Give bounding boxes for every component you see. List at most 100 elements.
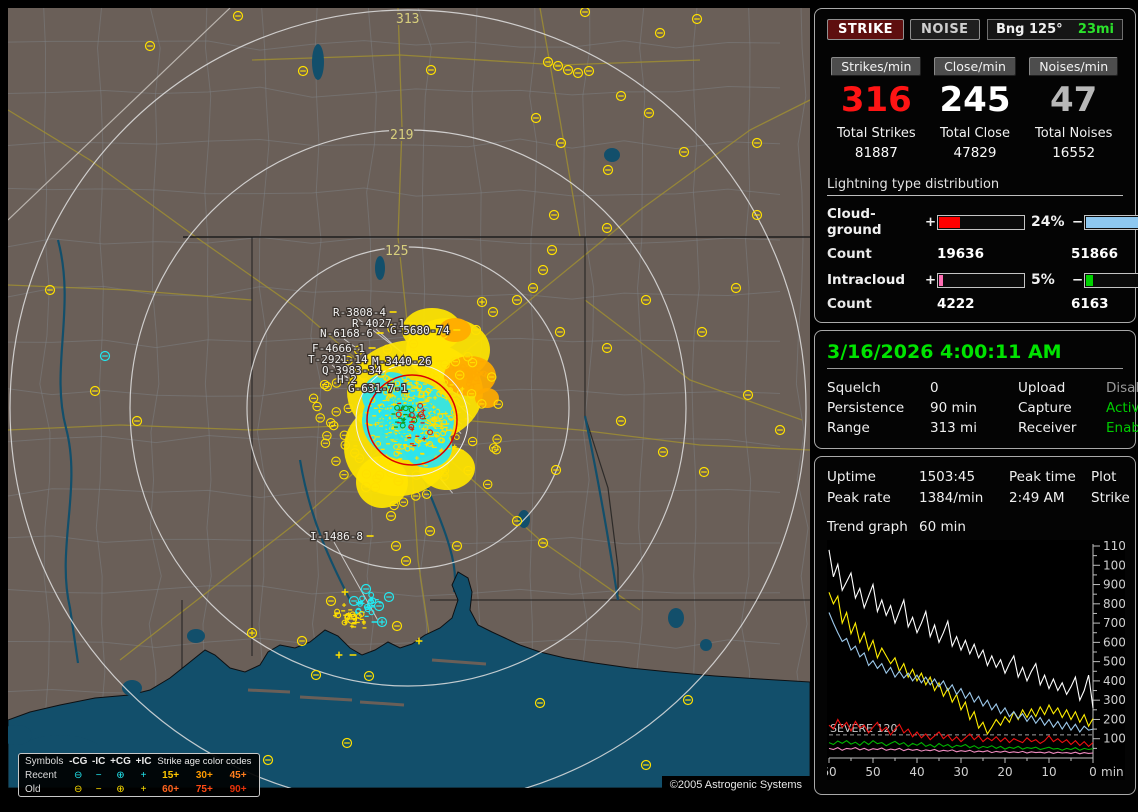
total-close-label: Total Close bbox=[940, 126, 1010, 141]
cg-negative-bar bbox=[1084, 214, 1138, 230]
uptime-label: Uptime bbox=[827, 469, 876, 485]
svg-text:N-6168-6: N-6168-6 bbox=[320, 327, 373, 340]
svg-text:125: 125 bbox=[385, 244, 408, 259]
plus-cg-icon: ⊕ bbox=[116, 770, 125, 781]
peak-time-value: 2:49 AM bbox=[1009, 490, 1065, 506]
legend-col-header: -IC bbox=[92, 756, 106, 767]
ic-negative-count: 6163 bbox=[1071, 296, 1109, 312]
total-strikes-value: 81887 bbox=[854, 145, 898, 161]
mode-toolbar: STRIKE NOISE Bng 125° 23mi bbox=[827, 19, 1123, 40]
svg-text:1000: 1000 bbox=[1103, 558, 1125, 572]
ic-positive-count: 4222 bbox=[937, 296, 975, 312]
svg-text:10: 10 bbox=[1041, 765, 1056, 779]
minus-ic-icon: − bbox=[95, 784, 102, 795]
svg-text:0: 0 bbox=[1089, 765, 1097, 779]
trend-window-value: 60 min bbox=[919, 519, 966, 535]
capture-label: Capture bbox=[1018, 400, 1072, 416]
close-per-min-chip: Close/min bbox=[934, 57, 1016, 76]
stat-close: Close/min 245 Total Close 47829 bbox=[926, 56, 1025, 161]
minus-sign: − bbox=[1071, 214, 1084, 230]
side-panel: STRIKE NOISE Bng 125° 23mi Strikes/min 3… bbox=[814, 8, 1138, 802]
upload-value: Disabled bbox=[1106, 380, 1138, 396]
legend-recent-label: Recent bbox=[25, 770, 57, 781]
svg-text:200: 200 bbox=[1103, 712, 1125, 726]
map-legend: Symbols -CG -IC +CG +IC Strike age color code… bbox=[18, 753, 260, 797]
plus-cg-icon: ⊕ bbox=[116, 784, 125, 795]
strikes-per-min-chip: Strikes/min bbox=[831, 57, 922, 76]
status-panel: 3/16/2026 4:00:11 AM Squelch 0 Upload Di… bbox=[814, 330, 1138, 449]
age-code: 30+ bbox=[195, 770, 213, 781]
minus-sign: − bbox=[1071, 272, 1084, 288]
svg-text:600: 600 bbox=[1103, 635, 1125, 649]
bearing-readout: Bng 125° 23mi bbox=[987, 19, 1123, 40]
trend-graph: 1002003004005006007008009001000110060504… bbox=[821, 539, 1134, 780]
strikes-per-min-value: 316 bbox=[840, 80, 912, 120]
age-code: 90+ bbox=[229, 784, 247, 795]
plus-sign: + bbox=[924, 272, 937, 288]
svg-text:100: 100 bbox=[1103, 732, 1125, 746]
status-row-persistence: Persistence 90 min Capture Active bbox=[827, 398, 1138, 418]
legend-col-header: +IC bbox=[135, 756, 152, 767]
uptime-row: Uptime 1503:45 Peak time Plot bbox=[827, 467, 1123, 488]
total-noises-label: Total Noises bbox=[1035, 126, 1113, 141]
legend-symbols-header: Symbols bbox=[25, 756, 64, 767]
distribution-title: Lightning type distribution bbox=[827, 177, 1123, 196]
upload-label: Upload bbox=[1018, 380, 1066, 396]
minus-cg-icon: ⊖ bbox=[74, 784, 83, 795]
status-row-squelch: Squelch 0 Upload Disabled bbox=[827, 378, 1138, 398]
receiver-value: Enabled bbox=[1106, 420, 1138, 436]
total-strikes-label: Total Strikes bbox=[837, 126, 916, 141]
copyright-label: ©2005 Astrogenic Systems bbox=[661, 776, 810, 796]
receiver-label: Receiver bbox=[1018, 420, 1077, 436]
stat-strikes: Strikes/min 316 Total Strikes 81887 bbox=[827, 56, 926, 161]
peak-rate-label: Peak rate bbox=[827, 490, 891, 506]
age-code: 60+ bbox=[162, 784, 180, 795]
persistence-value: 90 min bbox=[930, 400, 977, 416]
plot-value: Strike bbox=[1091, 490, 1130, 506]
bearing-label: Bng 125° bbox=[996, 22, 1063, 37]
total-close-value: 47829 bbox=[953, 145, 997, 161]
close-per-min-value: 245 bbox=[939, 80, 1011, 120]
uptime-value: 1503:45 bbox=[919, 469, 976, 485]
session-panel: Uptime 1503:45 Peak time Plot Peak rate … bbox=[814, 456, 1136, 795]
capture-value: Active bbox=[1106, 400, 1138, 416]
total-noises-value: 16552 bbox=[1052, 145, 1096, 161]
intracloud-count-row: Count 4222 6163 bbox=[827, 296, 1123, 312]
peak-rate-row: Peak rate 1384/min 2:49 AM Strike bbox=[827, 488, 1130, 509]
age-code: 45+ bbox=[229, 770, 247, 781]
cg-positive-count: 19636 bbox=[937, 246, 984, 262]
plot-label: Plot bbox=[1091, 469, 1117, 485]
svg-text:500: 500 bbox=[1103, 655, 1125, 669]
intracloud-label: Intracloud bbox=[827, 272, 906, 288]
age-code: 15+ bbox=[162, 770, 180, 781]
ic-count-label: Count bbox=[827, 296, 872, 312]
ic-positive-bar bbox=[937, 272, 1025, 288]
strike-button[interactable]: STRIKE bbox=[827, 19, 905, 40]
svg-text:G-631-7-1: G-631-7-1 bbox=[348, 382, 408, 395]
map-canvas: 125219313R-3808-4R-4027-1N-6168-6 G-5680-… bbox=[8, 8, 810, 788]
cloud-ground-count-row: Count 19636 51866 bbox=[827, 246, 1123, 262]
lightning-map[interactable]: 125 219 313 R-3808-4 R-4027-1 N-6168-6 G-5680-… bbox=[8, 8, 810, 797]
status-row-range: Range 313 mi Receiver Enabled bbox=[827, 418, 1138, 438]
noises-per-min-chip: Noises/min bbox=[1029, 57, 1119, 76]
svg-text:1100: 1100 bbox=[1103, 540, 1125, 553]
plus-ic-icon: + bbox=[140, 784, 147, 795]
svg-text:min: min bbox=[1101, 765, 1124, 779]
stat-noises: Noises/min 47 Total Noises 16552 bbox=[1024, 56, 1123, 161]
rate-stats: Strikes/min 316 Total Strikes 81887 Clos… bbox=[827, 56, 1123, 161]
legend-old-label: Old bbox=[25, 784, 41, 795]
cg-negative-count: 51866 bbox=[1071, 246, 1118, 262]
noises-per-min-value: 47 bbox=[1050, 80, 1098, 120]
svg-text:60: 60 bbox=[827, 765, 837, 779]
bearing-distance: 23mi bbox=[1077, 22, 1114, 37]
ic-negative-bar bbox=[1084, 272, 1138, 288]
cg-positive-pct: 24% bbox=[1031, 214, 1065, 230]
trend-graph-row: Trend graph 60 min bbox=[827, 517, 1123, 538]
cg-positive-bar bbox=[937, 214, 1025, 230]
minus-ic-icon: − bbox=[95, 770, 102, 781]
noise-button[interactable]: NOISE bbox=[910, 19, 980, 40]
age-code: 75+ bbox=[195, 784, 213, 795]
svg-text:219: 219 bbox=[390, 128, 413, 143]
svg-text:30: 30 bbox=[953, 765, 968, 779]
range-label: Range bbox=[827, 420, 870, 436]
